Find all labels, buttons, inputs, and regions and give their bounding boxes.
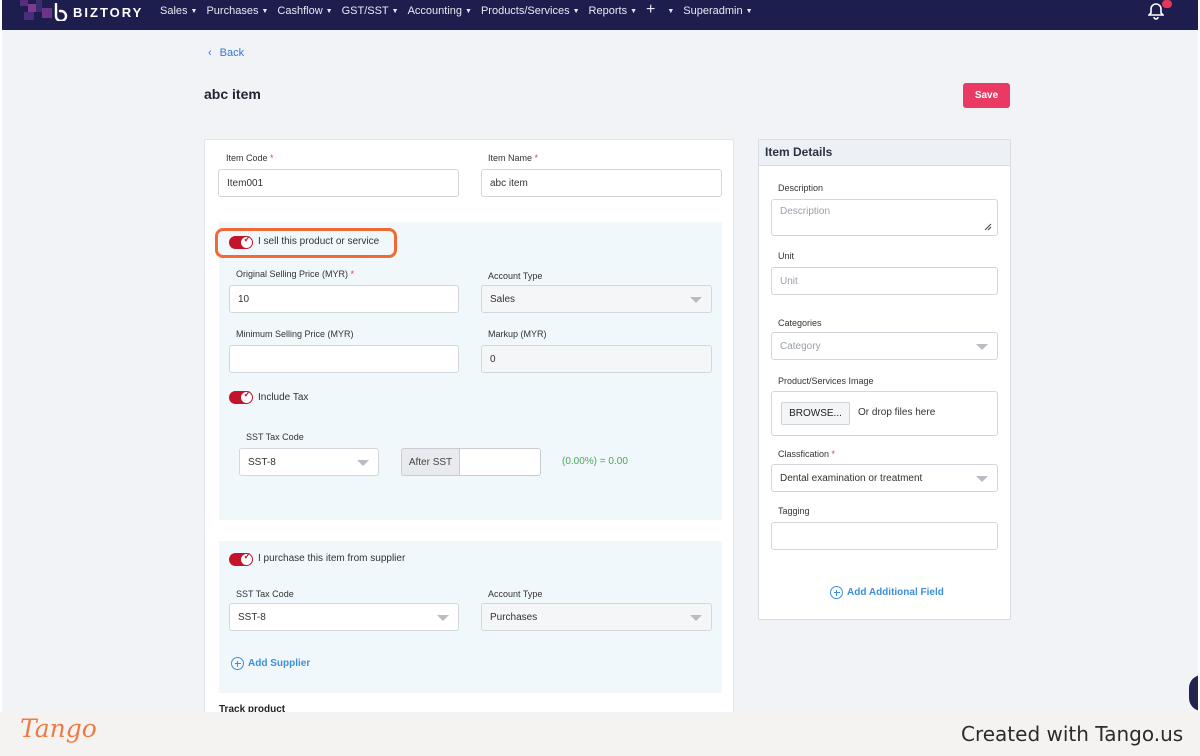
classification-select[interactable]: Dental examination or treatment (771, 464, 998, 492)
tagging-label: Tagging (778, 506, 810, 516)
plus-icon: + (646, 1, 656, 18)
item-details-title: Item Details (759, 140, 1010, 166)
brand-name[interactable]: BIZTORY (73, 5, 143, 20)
sell-sst-label: SST Tax Code (246, 432, 304, 442)
add-circle-icon (231, 657, 244, 670)
description-textarea[interactable]: Description (771, 199, 998, 236)
item-name-label: Item Name * (488, 153, 539, 163)
sell-sst-select[interactable]: SST-8 (239, 448, 379, 476)
main-menu: Sales ▼ Purchases ▼ Cashflow ▼ GST/SST ▼ Acc… (160, 2, 762, 18)
menu-superadmin[interactable]: Superadmin ▼ (683, 5, 752, 17)
save-button[interactable]: Save (963, 83, 1010, 108)
min-price-input[interactable] (229, 345, 459, 373)
purchase-sst-label: SST Tax Code (236, 589, 294, 599)
tagging-input[interactable] (771, 522, 998, 550)
purchase-toggle-label: I purchase this item from supplier (258, 553, 406, 564)
purchase-account-type-select[interactable]: Purchases (481, 603, 712, 631)
tax-result-text: (0.00%) = 0.00 (562, 456, 628, 467)
menu-reports[interactable]: Reports ▼ (589, 5, 637, 17)
track-product-heading: Track product (219, 704, 286, 712)
classification-label: Classfication * (778, 449, 836, 459)
purchase-account-type-label: Account Type (488, 589, 543, 599)
purchase-sst-select[interactable]: SST-8 (229, 603, 459, 631)
menu-purchases[interactable]: Purchases ▼ (206, 5, 268, 17)
include-tax-toggle[interactable]: ✓ (229, 389, 253, 404)
page-title: abc item (204, 86, 261, 102)
brand-icon[interactable] (52, 3, 70, 21)
check-icon: ✓ (243, 551, 251, 561)
menu-cashflow[interactable]: Cashflow ▼ (277, 5, 332, 17)
top-navbar: BIZTORY Sales ▼ Purchases ▼ Cashflow ▼ GST/… (2, 0, 1198, 30)
dropdown-arrow-icon (437, 615, 449, 621)
description-label: Description (778, 183, 824, 193)
browse-button[interactable]: BROWSE... (781, 402, 850, 425)
brand-pixel-logo (20, 0, 54, 22)
app-window: BIZTORY Sales ▼ Purchases ▼ Cashflow ▼ GST/… (2, 0, 1198, 712)
caret-down-icon: ▼ (391, 8, 399, 15)
caret-down-icon: ▼ (667, 8, 675, 15)
chevron-left-icon: ‹ (208, 47, 212, 59)
tango-credit: Created with Tango.us (961, 722, 1184, 746)
include-tax-label: Include Tax (258, 392, 309, 403)
add-additional-field-link[interactable]: Add Additional Field (830, 586, 944, 599)
caret-down-icon: ▼ (630, 8, 638, 15)
add-supplier-link[interactable]: Add Supplier (231, 657, 310, 670)
back-link[interactable]: ‹ Back (208, 47, 244, 59)
unit-label: Unit (778, 251, 795, 261)
categories-select[interactable]: Category (771, 332, 998, 360)
check-icon: ✓ (243, 389, 251, 399)
notification-badge (1162, 0, 1172, 8)
item-code-input[interactable]: Item001 (218, 169, 459, 197)
drop-files-text: Or drop files here (858, 407, 936, 418)
markup-label: Markup (MYR) (488, 329, 547, 339)
menu-gst-sst[interactable]: GST/SST ▼ (342, 5, 399, 17)
item-code-label: Item Code * (226, 153, 274, 163)
after-sst-input[interactable] (460, 448, 541, 476)
sell-account-type-label: Account Type (488, 271, 543, 281)
caret-down-icon: ▼ (325, 8, 333, 15)
image-label: Product/Services Image (778, 376, 874, 386)
caret-down-icon: ▼ (572, 8, 580, 15)
add-circle-icon (830, 586, 843, 599)
menu-sales[interactable]: Sales ▼ (160, 5, 197, 17)
caret-down-icon: ▼ (261, 8, 269, 15)
menu-quick-add[interactable]: + ▼ (646, 2, 675, 18)
chat-widget-button[interactable] (1189, 675, 1198, 711)
caret-down-icon: ▼ (745, 8, 753, 15)
categories-label: Categories (778, 318, 822, 328)
menu-accounting[interactable]: Accounting ▼ (408, 5, 472, 17)
dropdown-arrow-icon (976, 344, 988, 350)
markup-input[interactable]: 0 (481, 345, 712, 373)
dropdown-arrow-icon (357, 460, 369, 466)
item-name-input[interactable]: abc item (481, 169, 722, 197)
orig-price-label: Original Selling Price (MYR) * (236, 269, 355, 279)
tango-logo: Tango (20, 714, 97, 743)
dropdown-arrow-icon (976, 476, 988, 482)
unit-input[interactable]: Unit (771, 267, 998, 295)
menu-products-services[interactable]: Products/Services ▼ (481, 5, 580, 17)
resize-handle-icon[interactable] (984, 223, 992, 231)
caret-down-icon: ▼ (465, 8, 472, 15)
purchase-toggle[interactable]: ✓ (229, 551, 253, 566)
after-sst-addon: After SST (401, 448, 460, 476)
sell-account-type-select[interactable]: Sales (481, 285, 712, 313)
highlight-callout (215, 228, 397, 258)
orig-price-input[interactable]: 10 (229, 285, 459, 313)
dropdown-arrow-icon (690, 615, 702, 621)
dropdown-arrow-icon (690, 297, 702, 303)
min-price-label: Minimum Selling Price (MYR) (236, 329, 354, 339)
caret-down-icon: ▼ (190, 8, 198, 15)
